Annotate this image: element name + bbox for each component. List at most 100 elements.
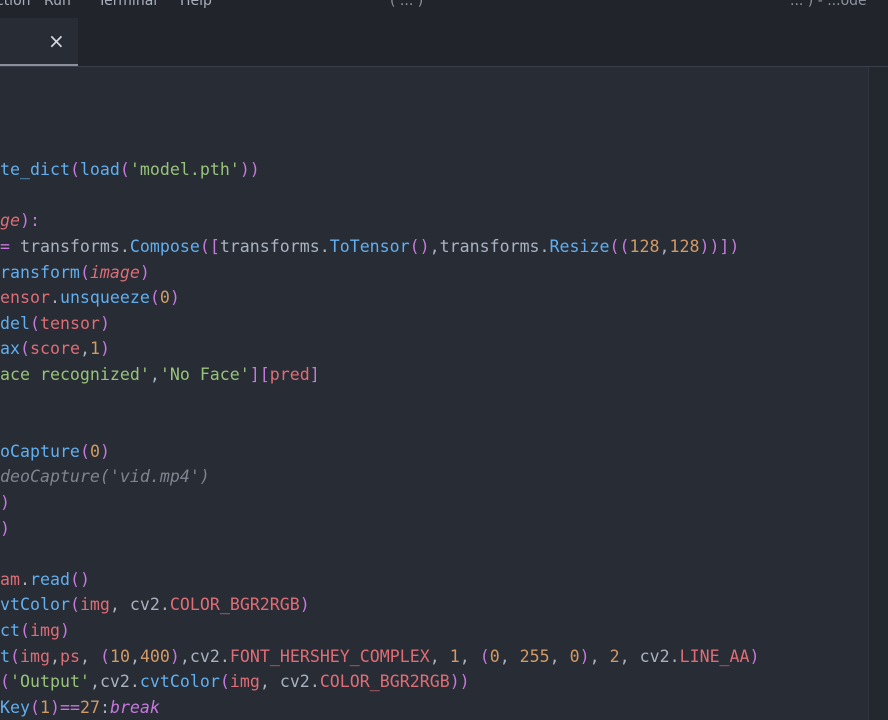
code-token: , bbox=[259, 672, 280, 692]
code-line: ) bbox=[0, 490, 10, 516]
code-token: del bbox=[0, 313, 30, 333]
code-line: t(img,ps, (10,400),cv2.FONT_HERSHEY_COMP… bbox=[0, 644, 760, 670]
code-token: transforms bbox=[439, 237, 540, 256]
code-token: , bbox=[459, 646, 480, 666]
code-token: ( bbox=[79, 262, 90, 282]
code-token: ) bbox=[0, 493, 10, 512]
code-line: ('Output',cv2.cvtColor(img, cv2.COLOR_BG… bbox=[0, 669, 470, 695]
code-token: , bbox=[89, 672, 100, 692]
code-token: ransform bbox=[0, 262, 80, 282]
code-token: . bbox=[219, 646, 230, 666]
code-token: COLOR_BGR2RGB bbox=[169, 595, 300, 615]
code-line: vtColor(img, cv2.COLOR_BGR2RGB) bbox=[0, 592, 310, 618]
code-editor[interactable]: te_dict(load('model.pth')) ge): = transfor… bbox=[0, 67, 868, 720]
code-token: 1 bbox=[39, 697, 50, 717]
code-token: ) bbox=[749, 646, 760, 666]
code-token: 255 bbox=[519, 646, 550, 666]
code-line: ace recognized','No Face'][pred] bbox=[0, 362, 320, 388]
menu-item-selection[interactable]: ction bbox=[0, 0, 31, 9]
code-token: cvtColor bbox=[139, 672, 220, 692]
code-line: del(tensor) bbox=[0, 311, 110, 337]
code-token: img bbox=[79, 595, 110, 615]
code-line: ransform(image) bbox=[0, 260, 150, 286]
code-line: te_dict(load('model.pth')) bbox=[0, 157, 260, 183]
code-token: () bbox=[409, 237, 430, 256]
code-token: Key bbox=[0, 697, 30, 717]
code-token: 'model.pth' bbox=[129, 160, 240, 180]
code-token: ) bbox=[169, 646, 180, 666]
code-token: : bbox=[99, 697, 110, 717]
code-token: 'Output' bbox=[10, 672, 90, 692]
code-token: , bbox=[49, 646, 60, 666]
code-token: 10 bbox=[109, 646, 130, 666]
code-token: ensor bbox=[0, 288, 50, 308]
code-token: 400 bbox=[139, 646, 170, 666]
code-line: ct(img) bbox=[0, 618, 70, 644]
code-token: 128 bbox=[669, 237, 700, 256]
code-token: cv2 bbox=[639, 646, 670, 666]
code-token: ) bbox=[139, 262, 150, 282]
window-title: ( ... ) bbox=[390, 0, 424, 9]
close-icon[interactable]: × bbox=[48, 29, 65, 53]
code-token: ( bbox=[99, 646, 110, 666]
code-token: cv2 bbox=[189, 646, 220, 666]
window-title-app: ... ) - ...ode bbox=[790, 0, 867, 9]
code-token: , bbox=[429, 646, 450, 666]
code-token: ( bbox=[69, 160, 80, 180]
code-token: == bbox=[59, 697, 80, 717]
code-token: pred bbox=[269, 365, 310, 384]
code-token: . bbox=[119, 237, 130, 256]
code-token: , bbox=[79, 339, 90, 359]
code-token: 27 bbox=[79, 697, 100, 717]
code-token: ( bbox=[149, 288, 160, 308]
code-line: ge): bbox=[0, 208, 40, 234]
code-token: ) bbox=[299, 595, 310, 615]
code-token: te_dict bbox=[0, 160, 70, 180]
code-token: , bbox=[179, 646, 190, 666]
code-token: img bbox=[29, 621, 60, 640]
code-token: ][ bbox=[249, 365, 270, 384]
code-token: , bbox=[659, 237, 670, 256]
code-token: ( bbox=[0, 672, 10, 692]
code-token: ps bbox=[59, 646, 80, 666]
code-line: ax(score,1) bbox=[0, 336, 110, 362]
code-token: , bbox=[499, 646, 520, 666]
code-token: , bbox=[589, 646, 610, 666]
editor-scrollbar[interactable] bbox=[868, 67, 888, 720]
code-token: read bbox=[29, 569, 70, 589]
code-token: ace recognized' bbox=[0, 365, 150, 384]
code-token: Compose bbox=[129, 237, 200, 256]
code-token: ( bbox=[19, 339, 30, 359]
code-token: , bbox=[549, 646, 570, 666]
code-line: ensor.unsqueeze(0) bbox=[0, 285, 180, 311]
code-line: oCapture(0) bbox=[0, 439, 110, 465]
code-token: deoCapture('vid.mp4') bbox=[0, 467, 210, 487]
code-token: 0 bbox=[159, 288, 170, 308]
code-token: ToTensor bbox=[329, 237, 410, 256]
code-token: . bbox=[49, 288, 60, 308]
menu-item-run[interactable]: Run bbox=[44, 0, 71, 9]
code-token: transforms bbox=[19, 237, 120, 256]
code-token: cv2 bbox=[129, 595, 160, 615]
code-token: . bbox=[129, 672, 140, 692]
code-token: image bbox=[89, 262, 140, 282]
code-token: transforms bbox=[219, 237, 320, 256]
code-token: ) bbox=[99, 313, 110, 333]
menu-item-terminal[interactable]: Terminal bbox=[98, 0, 157, 9]
code-token: COLOR_BGR2RGB bbox=[319, 672, 450, 692]
editor-tab-active[interactable]: × bbox=[0, 18, 78, 66]
code-line: deoCapture('vid.mp4') bbox=[0, 464, 210, 490]
code-token: , bbox=[619, 646, 640, 666]
code-token: ( bbox=[29, 313, 40, 333]
menu-item-help[interactable]: Help bbox=[180, 0, 212, 9]
code-token: () bbox=[69, 569, 90, 589]
code-token: vtColor bbox=[0, 595, 70, 615]
code-token: . bbox=[319, 237, 330, 256]
code-token: t bbox=[0, 646, 10, 666]
code-token: ) bbox=[49, 697, 60, 717]
code-token: = bbox=[0, 237, 20, 256]
code-token: ( bbox=[69, 595, 80, 615]
code-token: )) bbox=[239, 160, 260, 180]
code-token: cv2 bbox=[99, 672, 130, 692]
code-token: load bbox=[79, 160, 120, 180]
